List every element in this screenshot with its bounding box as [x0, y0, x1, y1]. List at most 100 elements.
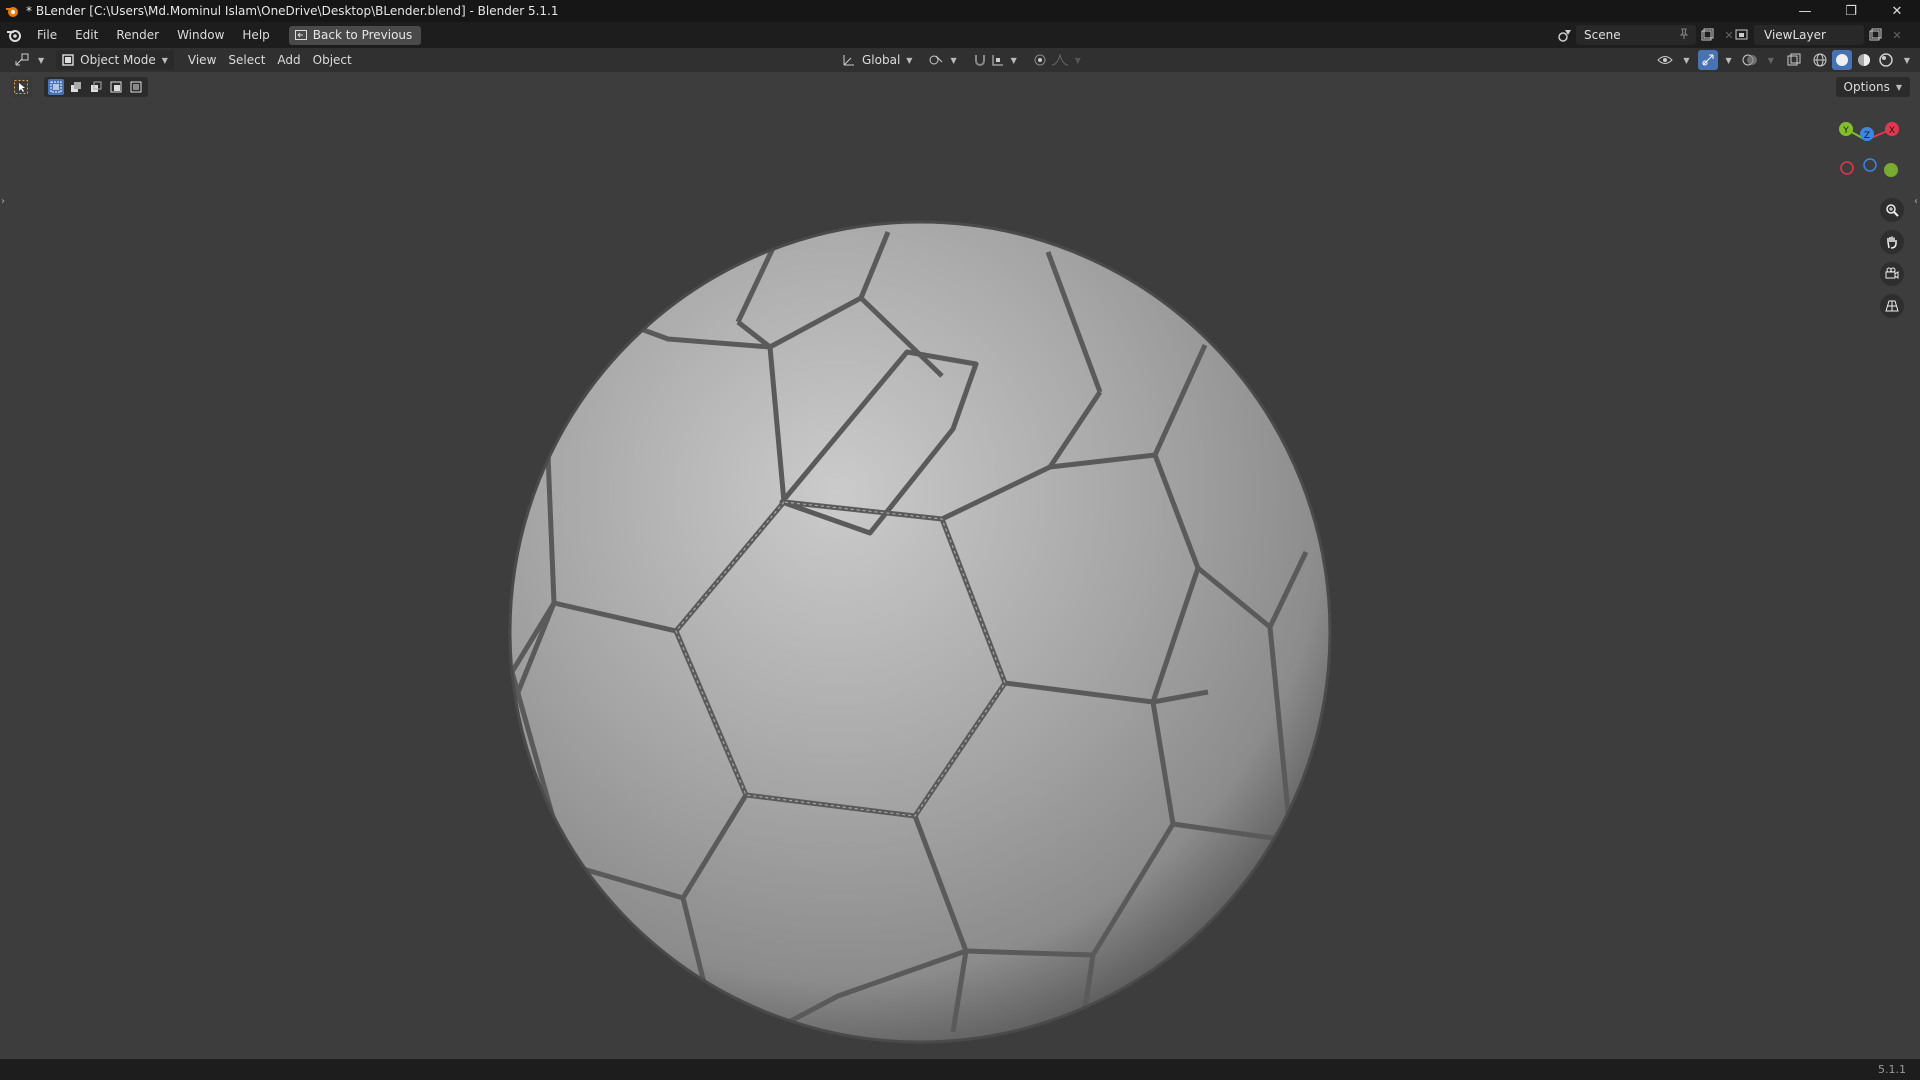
select-extend-button[interactable] [68, 79, 84, 95]
options-label: Options [1843, 80, 1890, 94]
menu-file[interactable]: File [28, 22, 66, 48]
selection-mode-group [44, 77, 148, 97]
perspective-toggle-icon[interactable] [1880, 294, 1904, 318]
window-title: * BLender [C:\Users\Md.Mominul Islam\One… [26, 4, 559, 18]
chevron-down-icon: ▼ [1010, 55, 1017, 65]
mode-label: Object Mode [80, 53, 156, 67]
select-tool-button[interactable] [10, 76, 32, 98]
overlays-icon [1742, 54, 1757, 66]
options-dropdown[interactable]: Options ▼ [1835, 77, 1910, 97]
select-intersect-icon [130, 81, 142, 93]
xray-icon [1787, 53, 1801, 66]
zoom-icon[interactable] [1880, 198, 1904, 222]
version-label: 5.1.1 [1878, 1063, 1906, 1076]
proportional-edit-icon [1034, 54, 1046, 66]
select-invert-icon [110, 81, 122, 93]
pin-icon[interactable] [1678, 28, 1690, 43]
wireframe-shading-button[interactable] [1810, 50, 1830, 70]
viewport-navigation-buttons [1880, 198, 1904, 318]
menu-render[interactable]: Render [107, 22, 168, 48]
select-intersect-button[interactable] [128, 79, 144, 95]
menu-help[interactable]: Help [233, 22, 278, 48]
camera-view-icon[interactable] [1880, 262, 1904, 286]
gizmo-icon [1702, 54, 1714, 66]
select-extend-icon [71, 82, 81, 92]
editor-type-icon [15, 53, 29, 66]
scene-name-field[interactable]: Scene [1576, 25, 1696, 45]
back-to-previous-label: Back to Previous [312, 28, 413, 42]
3d-viewport[interactable]: › ‹ [0, 72, 1920, 1059]
cursor-select-icon [14, 80, 28, 94]
menu-select[interactable]: Select [222, 50, 271, 70]
menu-object[interactable]: Object [307, 50, 358, 70]
axis-z-label: Z [1864, 131, 1870, 141]
editor-type-button[interactable]: ▼ [8, 50, 50, 70]
axis-neg-x-handle[interactable] [1840, 161, 1854, 175]
menu-window[interactable]: Window [168, 22, 233, 48]
axis-y-label: Y [1842, 126, 1849, 136]
material-sphere-icon [1857, 54, 1870, 66]
blender-app-icon [4, 3, 20, 19]
title-bar: * BLender [C:\Users\Md.Mominul Islam\One… [0, 0, 1920, 22]
new-view-layer-icon[interactable] [1864, 25, 1886, 45]
axis-neg-y-handle[interactable] [1884, 163, 1898, 177]
snap-target-icon [992, 55, 1003, 66]
chevron-down-icon[interactable]: ▼ [1904, 56, 1910, 65]
overlays-toggle[interactable] [1740, 50, 1760, 70]
falloff-icon [1051, 53, 1068, 66]
close-button[interactable]: ✕ [1874, 0, 1920, 22]
menu-add[interactable]: Add [271, 50, 306, 70]
navigation-gizmo[interactable]: Y X Z [1830, 116, 1910, 182]
tool-settings-row [10, 76, 148, 98]
view-layer-name-field[interactable]: ViewLayer [1754, 25, 1864, 45]
magnet-icon [974, 55, 985, 66]
visibility-icon[interactable] [1655, 50, 1675, 70]
select-new-button[interactable] [48, 79, 64, 95]
chevron-down-icon: ▼ [1074, 55, 1081, 65]
menu-edit[interactable]: Edit [66, 22, 107, 48]
viewport-display-tools: ▼ ▼ ▼ ▼ [1655, 50, 1910, 70]
select-subtract-icon [91, 81, 102, 92]
pivot-point-dropdown[interactable]: ▼ [922, 50, 962, 70]
wireframe-icon [1813, 53, 1827, 67]
snap-toggle[interactable]: ▼ [967, 50, 1023, 70]
orientation-dropdown[interactable]: Global ▼ [836, 50, 918, 70]
select-new-icon [50, 81, 62, 93]
chevron-down-icon: ▼ [950, 55, 957, 65]
new-scene-icon[interactable] [1696, 25, 1718, 45]
select-invert-button[interactable] [108, 79, 124, 95]
chevron-down-icon[interactable]: ▼ [1726, 56, 1732, 65]
proportional-editing-toggle[interactable]: ▼ [1027, 50, 1087, 70]
chevron-down-icon[interactable]: ▼ [1768, 56, 1774, 65]
scene-name: Scene [1584, 28, 1621, 42]
solid-shading-button[interactable] [1831, 50, 1852, 70]
view-layer-icon[interactable] [1732, 25, 1754, 45]
toolbar-expand-arrow[interactable]: › [1, 196, 5, 207]
xray-toggle[interactable] [1784, 50, 1804, 70]
material-preview-button[interactable] [1854, 50, 1874, 70]
maximize-button[interactable]: ❐ [1828, 0, 1874, 22]
chevron-down-icon: ▼ [906, 55, 913, 65]
scene-icon[interactable] [1554, 25, 1576, 45]
soccer-ball-model [508, 220, 1332, 1044]
chevron-down-icon[interactable]: ▼ [1683, 56, 1689, 65]
chevron-down-icon: ▼ [38, 55, 45, 65]
sidebar-expand-arrow[interactable]: ‹ [1914, 196, 1918, 207]
rendered-shading-button[interactable] [1876, 50, 1896, 70]
blender-menu-icon[interactable] [0, 22, 28, 48]
orientation-icon [843, 55, 854, 66]
select-subtract-button[interactable] [88, 79, 104, 95]
menu-view[interactable]: View [182, 50, 222, 70]
axis-neg-z-handle[interactable] [1863, 158, 1877, 172]
gizmo-toggle[interactable] [1697, 50, 1718, 70]
delete-view-layer-icon[interactable]: ✕ [1886, 25, 1908, 45]
minimize-button[interactable]: — [1782, 0, 1828, 22]
status-bar: 5.1.1 [0, 1059, 1920, 1080]
view-layer-name: ViewLayer [1764, 28, 1826, 42]
mode-dropdown[interactable]: Object Mode ▼ [56, 50, 174, 70]
pan-hand-icon[interactable] [1880, 230, 1904, 254]
pivot-icon [929, 55, 943, 65]
viewport-header: ▼ Object Mode ▼ View Select Add Object G… [0, 48, 1920, 72]
rendered-sphere-icon [1879, 53, 1893, 67]
back-to-previous-button[interactable]: Back to Previous [288, 25, 422, 45]
